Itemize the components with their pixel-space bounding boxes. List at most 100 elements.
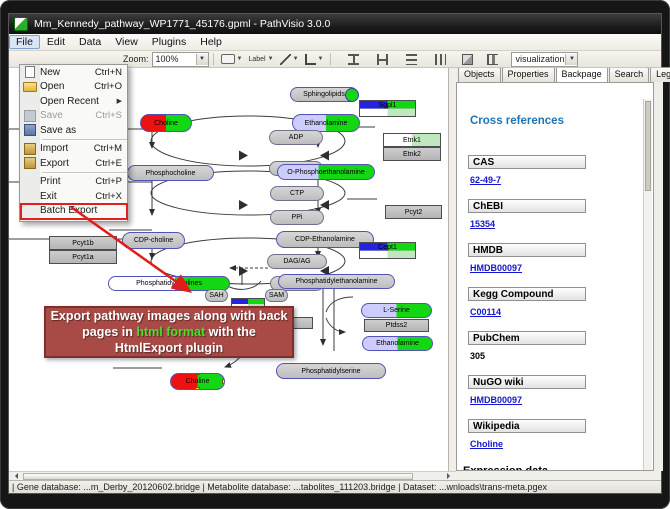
align-middle-button[interactable] xyxy=(376,53,389,66)
metabolite-node-phosphatidylserine[interactable]: Phosphatidylserine xyxy=(276,363,386,379)
add-datanode-button[interactable]: ▼ xyxy=(220,53,244,65)
gene-node-etnk2[interactable]: Etnk2 xyxy=(383,147,441,161)
gene-node-cept1[interactable]: Cept1 xyxy=(359,242,416,259)
menu-item-new[interactable]: NewCtrl+N xyxy=(20,65,127,80)
add-label-button[interactable]: Label▼ xyxy=(247,55,274,64)
metabolite-node-choline-selected[interactable]: Choline xyxy=(170,373,225,390)
metabolite-node-metabolite-dot-1[interactable] xyxy=(345,88,359,102)
tab-legend[interactable]: Legend xyxy=(650,67,670,82)
menubar-item-plugins[interactable]: Plugins xyxy=(145,35,193,49)
menu-item-exit[interactable]: ExitCtrl+X xyxy=(20,189,127,204)
title-bar[interactable]: Mm_Kennedy_pathway_WP1771_45176.gpml - P… xyxy=(9,14,661,34)
metabolite-node-l-serine[interactable]: L-Serine xyxy=(361,303,432,318)
datanode-icon xyxy=(221,54,235,64)
gene-node-etnk1[interactable]: Etnk1 xyxy=(383,133,441,147)
selection-handle[interactable] xyxy=(195,387,200,390)
panel-scrollbar[interactable] xyxy=(643,99,652,471)
ref-value-cas[interactable]: 62-49-7 xyxy=(470,175,501,185)
menu-item-export[interactable]: ExportCtrl+E xyxy=(20,156,127,171)
ref-section-cas: CAS xyxy=(468,155,586,169)
zoom-value: 100% xyxy=(156,54,179,64)
status-text: | Gene database: ...m_Derby_20120602.bri… xyxy=(12,482,547,492)
node-label: O-Phosphoethanolamine xyxy=(287,169,364,176)
backpage-content: Cross references CAS62-49-7ChEBI15354HMD… xyxy=(456,82,654,471)
gene-node-sgpl1[interactable]: Sgpl1 xyxy=(359,100,416,117)
export-icon xyxy=(24,157,36,169)
menu-item-save[interactable]: SaveCtrl+S xyxy=(20,109,127,124)
ref-value-chebi[interactable]: 15354 xyxy=(470,219,495,229)
gene-node-gene-fragment[interactable] xyxy=(293,317,313,329)
gene-node-pcyt2[interactable]: Pcyt2 xyxy=(385,205,442,219)
menubar-item-edit[interactable]: Edit xyxy=(40,35,72,49)
line-icon xyxy=(280,54,291,65)
import-icon xyxy=(20,143,40,155)
selection-handle[interactable] xyxy=(170,379,172,384)
node-label: CDP-Ethanolamine xyxy=(295,236,355,243)
metabolite-node-sam[interactable]: SAM xyxy=(265,289,288,302)
node-label: Sgpl1 xyxy=(379,102,397,109)
menu-item-import[interactable]: ImportCtrl+M xyxy=(20,142,127,157)
node-label: Etnk2 xyxy=(403,151,421,158)
file-menu-dropdown: NewCtrl+NOpenCtrl+OOpen Recent▶SaveCtrl+… xyxy=(19,64,128,222)
chevron-down-icon[interactable]: ▼ xyxy=(268,56,274,62)
tab-objects[interactable]: Objects xyxy=(458,67,501,82)
open-folder-icon xyxy=(23,82,37,92)
node-label: Cept1 xyxy=(378,244,397,251)
chevron-down-icon[interactable]: ▼ xyxy=(293,56,299,62)
menu-item-save-as[interactable]: Save as xyxy=(20,123,127,138)
metabolite-node-cdp-choline[interactable]: CDP-choline xyxy=(122,232,185,249)
chevron-down-icon[interactable]: ▼ xyxy=(237,56,243,62)
selection-handle[interactable] xyxy=(222,379,225,384)
metabolite-node-phosphatidylethanolamine[interactable]: Phosphatidylethanolamine xyxy=(278,274,395,289)
ref-value-kegg-compound[interactable]: C00114 xyxy=(470,307,501,317)
metabolite-node-ppi[interactable]: PPi xyxy=(270,210,324,225)
toolbar-separator xyxy=(330,53,331,65)
ref-value-nugo-wiki[interactable]: HMDB00097 xyxy=(470,395,522,405)
distribute-vertical-button[interactable] xyxy=(434,53,447,66)
metabolite-node-o-phosphoethanolamine[interactable]: O-Phosphoethanolamine xyxy=(277,164,375,180)
scroll-right-icon[interactable] xyxy=(447,473,453,479)
node-label: Etnk1 xyxy=(403,137,421,144)
menubar-item-help[interactable]: Help xyxy=(193,35,229,49)
zoom-combobox[interactable]: 100% ▼ xyxy=(152,52,209,67)
draw-connector-button[interactable]: ▼ xyxy=(304,53,325,66)
menubar-item-data[interactable]: Data xyxy=(72,35,108,49)
menu-item-print[interactable]: PrintCtrl+P xyxy=(20,175,127,190)
ref-value-hmdb[interactable]: HMDB00097 xyxy=(470,263,522,273)
gene-node-pcyt1b[interactable]: Pcyt1b xyxy=(49,236,117,250)
scroll-left-icon[interactable] xyxy=(12,473,18,479)
expression-data-heading: Expression data xyxy=(463,465,548,471)
gene-node-ptdss2[interactable]: Ptdss2 xyxy=(364,319,429,332)
chevron-down-icon[interactable]: ▼ xyxy=(318,56,324,62)
common-size-button[interactable] xyxy=(461,53,474,66)
menu-item-label: New xyxy=(40,67,60,78)
menu-item-label: Open Recent xyxy=(40,96,99,107)
metabolite-node-sah[interactable]: SAH xyxy=(205,289,228,302)
menu-item-open[interactable]: OpenCtrl+O xyxy=(20,80,127,95)
metabolite-node-ethanolamine-right[interactable]: Ethanolamine xyxy=(362,336,433,351)
selection-handle[interactable] xyxy=(195,373,200,375)
metabolite-node-dag-ag[interactable]: DAG/AG xyxy=(267,254,327,269)
group-button[interactable] xyxy=(486,53,499,66)
draw-line-button[interactable]: ▼ xyxy=(279,53,300,66)
menubar-item-file[interactable]: File xyxy=(9,35,40,49)
scrollbar-thumb[interactable] xyxy=(23,473,413,480)
tab-properties[interactable]: Properties xyxy=(502,67,555,82)
visualization-combobox[interactable]: visualization ▼ xyxy=(511,52,578,67)
node-label: PPi xyxy=(292,214,303,221)
metabolite-node-choline-top[interactable]: Choline xyxy=(140,114,192,132)
menu-item-open-recent[interactable]: Open Recent▶ xyxy=(20,94,127,109)
selection-handle[interactable] xyxy=(170,373,172,375)
metabolite-node-adp[interactable]: ADP xyxy=(269,130,323,145)
tab-search[interactable]: Search xyxy=(609,67,650,82)
ref-value-wikipedia[interactable]: Choline xyxy=(470,439,503,449)
chevron-down-icon[interactable]: ▼ xyxy=(196,54,208,65)
distribute-horizontal-button[interactable] xyxy=(405,53,418,66)
gene-node-pcyt1a[interactable]: Pcyt1a xyxy=(49,250,117,264)
align-center-button[interactable] xyxy=(347,53,360,66)
scrollbar-thumb[interactable] xyxy=(645,101,651,191)
metabolite-node-phosphocholine[interactable]: Phosphocholine xyxy=(127,165,214,181)
menubar-item-view[interactable]: View xyxy=(108,35,145,49)
chevron-down-icon[interactable]: ▼ xyxy=(565,54,577,65)
metabolite-node-ctp[interactable]: CTP xyxy=(270,186,324,201)
